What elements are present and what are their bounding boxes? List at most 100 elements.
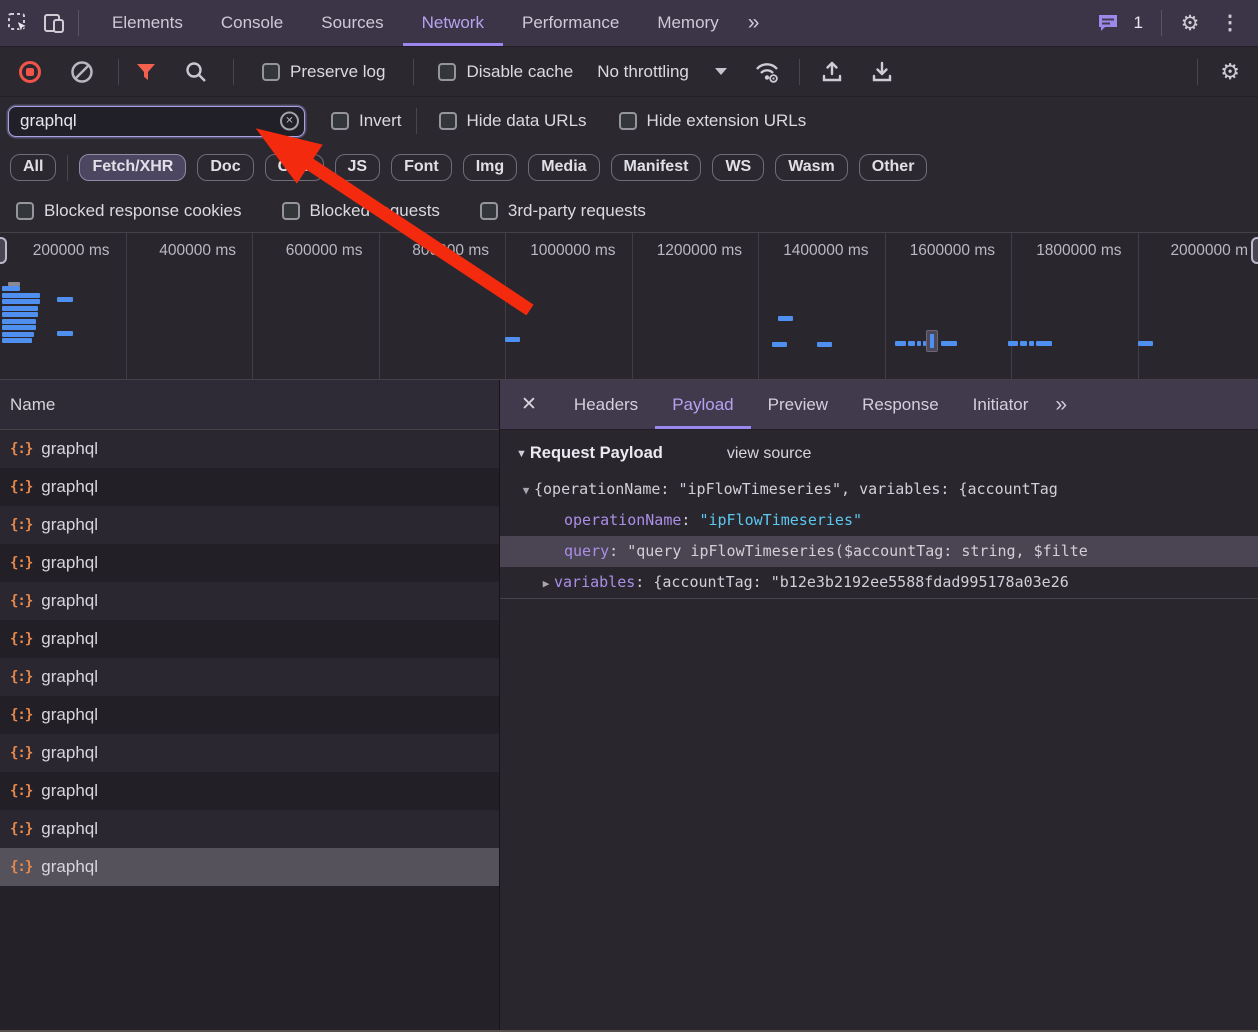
network-activity-bar bbox=[1029, 341, 1034, 346]
tab-headers[interactable]: Headers bbox=[557, 380, 655, 429]
tree-token: "ipFlowTimeseries" bbox=[699, 511, 862, 529]
tab-response[interactable]: Response bbox=[845, 380, 956, 429]
record-network-log-icon[interactable] bbox=[18, 60, 42, 84]
request-row[interactable]: {:}graphql bbox=[0, 658, 499, 696]
throttling-caret-icon[interactable] bbox=[715, 68, 727, 75]
timeline-tick: 1800000 ms bbox=[1012, 233, 1139, 379]
request-row[interactable]: {:}graphql bbox=[0, 772, 499, 810]
network-activity-bar bbox=[505, 337, 520, 342]
divider bbox=[118, 59, 119, 85]
request-row[interactable]: {:}graphql bbox=[0, 696, 499, 734]
timeline-left-handle[interactable] bbox=[0, 237, 7, 264]
issues-message-icon[interactable] bbox=[1090, 5, 1126, 41]
clear-network-log-icon[interactable] bbox=[70, 60, 94, 84]
fetch-xhr-icon: {:} bbox=[10, 631, 32, 647]
filter-input-wrap: ✕ bbox=[8, 106, 305, 137]
filter-chip-manifest[interactable]: Manifest bbox=[611, 154, 702, 181]
tab-initiator[interactable]: Initiator bbox=[956, 380, 1046, 429]
inspect-element-icon[interactable] bbox=[0, 5, 36, 41]
fetch-xhr-icon: {:} bbox=[10, 593, 32, 609]
network-activity-bar bbox=[917, 341, 921, 346]
fetch-xhr-icon: {:} bbox=[10, 441, 32, 457]
request-row[interactable]: {:}graphql bbox=[0, 848, 499, 886]
timeline-selected-marker bbox=[926, 330, 938, 352]
request-row[interactable]: {:}graphql bbox=[0, 544, 499, 582]
advanced-filter-checkbox[interactable] bbox=[480, 202, 498, 220]
tree-expand-icon[interactable]: ▼ bbox=[518, 475, 534, 505]
settings-gear-icon[interactable]: ⚙ bbox=[1172, 5, 1208, 41]
details-tabbar: ✕ HeadersPayloadPreviewResponseInitiator… bbox=[500, 380, 1258, 430]
timeline-right-handle[interactable] bbox=[1251, 237, 1258, 264]
filter-chip-doc[interactable]: Doc bbox=[197, 154, 253, 181]
filter-chip-ws[interactable]: WS bbox=[712, 154, 764, 181]
timeline-tick: 600000 ms bbox=[253, 233, 380, 379]
network-settings-gear-icon[interactable]: ⚙ bbox=[1220, 61, 1240, 83]
tab-console[interactable]: Console bbox=[202, 0, 302, 46]
advanced-filter-checkbox[interactable] bbox=[16, 202, 34, 220]
filter-input[interactable] bbox=[8, 106, 305, 137]
request-row[interactable]: {:}graphql bbox=[0, 506, 499, 544]
filter-funnel-icon[interactable] bbox=[135, 61, 157, 83]
request-row[interactable]: {:}graphql bbox=[0, 734, 499, 772]
filter-chip-all[interactable]: All bbox=[10, 154, 56, 181]
filter-chip-img[interactable]: Img bbox=[463, 154, 517, 181]
throttling-select[interactable]: No throttling bbox=[597, 62, 689, 82]
filter-chip-js[interactable]: JS bbox=[335, 154, 381, 181]
tab-memory[interactable]: Memory bbox=[638, 0, 737, 46]
tab-network[interactable]: Network bbox=[403, 0, 503, 46]
advanced-filter-label: Blocked requests bbox=[310, 201, 440, 221]
filter-chip-fetch-xhr[interactable]: Fetch/XHR bbox=[79, 154, 186, 181]
tab-performance[interactable]: Performance bbox=[503, 0, 638, 46]
export-har-icon[interactable] bbox=[870, 60, 894, 84]
import-har-icon[interactable] bbox=[820, 60, 844, 84]
tree-expand-icon[interactable]: ▶ bbox=[538, 568, 554, 598]
filter-chip-font[interactable]: Font bbox=[391, 154, 452, 181]
request-row[interactable]: {:}graphql bbox=[0, 468, 499, 506]
disable-cache-checkbox[interactable] bbox=[438, 63, 456, 81]
filter-chip-media[interactable]: Media bbox=[528, 154, 599, 181]
request-row[interactable]: {:}graphql bbox=[0, 620, 499, 658]
collapse-triangle-icon[interactable]: ▼ bbox=[516, 448, 527, 460]
payload-tree-row[interactable]: operationName: "ipFlowTimeseries" bbox=[500, 505, 1258, 536]
tab-elements[interactable]: Elements bbox=[93, 0, 202, 46]
filter-chip-other[interactable]: Other bbox=[859, 154, 928, 181]
tab-payload[interactable]: Payload bbox=[655, 380, 750, 429]
more-tabs-icon[interactable]: » bbox=[738, 11, 768, 35]
requests-panel: Name {:}graphql{:}graphql{:}graphql{:}gr… bbox=[0, 380, 500, 1030]
clear-filter-icon[interactable]: ✕ bbox=[280, 112, 299, 131]
timeline-overview[interactable]: 200000 ms400000 ms600000 ms800000 ms1000… bbox=[0, 232, 1258, 380]
tab-sources[interactable]: Sources bbox=[302, 0, 402, 46]
invert-checkbox[interactable] bbox=[331, 112, 349, 130]
view-source-link[interactable]: view source bbox=[727, 445, 811, 463]
network-conditions-icon[interactable] bbox=[753, 60, 781, 84]
payload-tree-row[interactable]: query: "query ipFlowTimeseries($accountT… bbox=[500, 536, 1258, 567]
payload-tree-row[interactable]: ▼{operationName: "ipFlowTimeseries", var… bbox=[500, 474, 1258, 505]
request-row[interactable]: {:}graphql bbox=[0, 810, 499, 848]
filter-chip-css[interactable]: CSS bbox=[265, 154, 324, 181]
timeline-tick: 800000 ms bbox=[380, 233, 507, 379]
network-toolbar: Preserve log Disable cache No throttling bbox=[0, 47, 1258, 97]
network-activity-bar bbox=[1036, 341, 1052, 346]
tab-preview[interactable]: Preview bbox=[751, 380, 845, 429]
hide-extension-urls-checkbox[interactable] bbox=[619, 112, 637, 130]
request-row[interactable]: {:}graphql bbox=[0, 430, 499, 468]
search-icon[interactable] bbox=[185, 61, 207, 83]
close-details-icon[interactable]: ✕ bbox=[500, 393, 557, 416]
advanced-filter-item: 3rd-party requests bbox=[480, 201, 646, 221]
details-more-tabs-icon[interactable]: » bbox=[1045, 393, 1075, 417]
filter-chip-wasm[interactable]: Wasm bbox=[775, 154, 848, 181]
tree-token: : {accountTag: "b12e3b2192ee5588fdad9951… bbox=[635, 573, 1068, 591]
hide-data-urls-checkbox[interactable] bbox=[439, 112, 457, 130]
request-name: graphql bbox=[41, 857, 98, 877]
name-column-header[interactable]: Name bbox=[0, 380, 499, 430]
device-toolbar-icon[interactable] bbox=[36, 5, 72, 41]
payload-section-header: ▼ Request Payload view source bbox=[500, 430, 1258, 465]
advanced-filter-checkbox[interactable] bbox=[282, 202, 300, 220]
preserve-log-checkbox[interactable] bbox=[262, 63, 280, 81]
payload-tree-row[interactable]: ▶variables: {accountTag: "b12e3b2192ee55… bbox=[500, 567, 1258, 598]
network-activity-bar bbox=[1138, 341, 1153, 346]
kebab-menu-icon[interactable]: ⋮ bbox=[1212, 5, 1248, 41]
fetch-xhr-icon: {:} bbox=[10, 669, 32, 685]
request-row[interactable]: {:}graphql bbox=[0, 582, 499, 620]
tree-token: "query ipFlowTimeseries($accountTag: str… bbox=[627, 542, 1088, 560]
